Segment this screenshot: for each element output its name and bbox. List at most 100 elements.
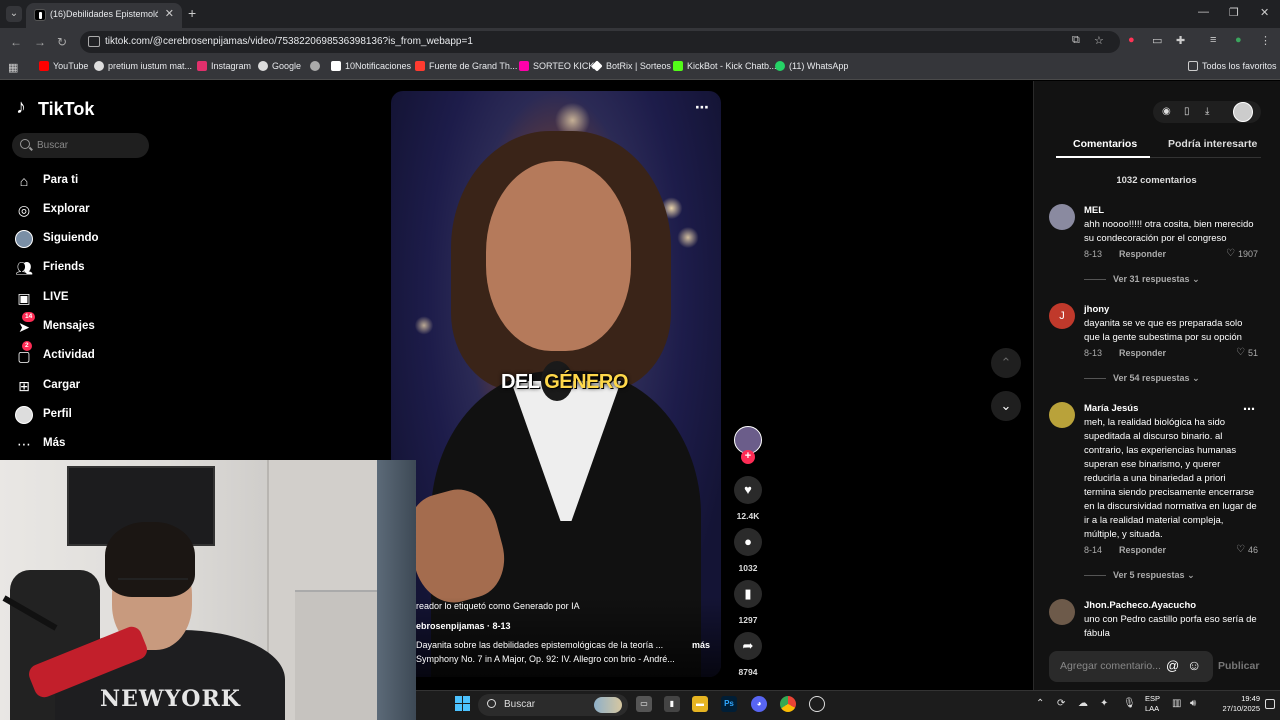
avatar[interactable] [1049,402,1075,428]
tray-app-icon[interactable]: ✦ [1100,698,1108,709]
bookmark-sorteo-kick[interactable]: SORTEO KICK [519,61,594,71]
sidebar-item-live[interactable]: ▣ LIVE [15,288,155,308]
microphone-icon[interactable]: 🎙︎ [1123,698,1136,709]
extension-icon[interactable]: ● [1128,34,1135,46]
video-author[interactable]: ebrosenpijamas · 8-13 [416,621,511,631]
tray-sync-icon[interactable]: ⟳ [1057,698,1065,709]
tab-close-icon[interactable]: ✕ [165,7,174,20]
back-icon[interactable]: ← [10,35,22,49]
view-replies-button[interactable]: Ver 31 respuestas ⌄ [1113,274,1200,285]
app-icon[interactable] [809,696,825,712]
bookmark-icon[interactable]: ▮ [734,580,762,608]
avatar[interactable] [1049,599,1075,625]
comment-input[interactable]: Agregar comentario... @ ☺ [1049,651,1213,682]
bookmark-x-notifications[interactable]: 10Notificaciones [331,61,411,71]
tab-search-icon[interactable]: ⌄ [6,6,22,22]
avatar[interactable] [1049,204,1075,230]
download-icon[interactable]: ⤓ [1205,106,1209,117]
comment-like-button[interactable]: ♡ 51 [1236,347,1258,358]
photoshop-icon[interactable]: Ps [721,696,737,712]
bookmark-whatsapp[interactable]: (11) WhatsApp [775,61,848,71]
restore-icon[interactable]: ❐ [1229,6,1239,19]
browser-tab[interactable]: (16)Debilidades Epistemológicas ✕ [26,3,182,28]
keyboard-language[interactable]: ESP LAA [1145,694,1160,714]
bookmark-kickbot[interactable]: KickBot - Kick Chatb... [673,61,777,71]
install-app-icon[interactable]: ⧉ [1072,34,1080,47]
comment-like-button[interactable]: ♡ 1907 [1226,248,1258,259]
all-bookmarks-folder[interactable]: Todos los favoritos [1188,61,1277,71]
comment-username[interactable]: María Jesús [1084,403,1138,414]
taskbar-clock[interactable]: 19:49 27/10/2025 [1208,694,1260,714]
share-arrow-icon[interactable]: ➦ [734,632,762,660]
video-player[interactable]: ⋯ DEL GÉNERO [391,91,721,677]
comment-username[interactable]: jhony [1084,304,1109,315]
extension-icon[interactable]: ▭ [1152,34,1162,47]
previous-video-chevron-up-icon[interactable]: ⌃ [991,348,1021,378]
onedrive-cloud-icon[interactable]: ☁ [1078,698,1088,709]
comment-like-button[interactable]: ♡ 46 [1236,544,1258,555]
comment-username[interactable]: MEL [1084,205,1104,216]
bookmark-star-icon[interactable]: ☆ [1094,34,1104,47]
follow-plus-icon[interactable]: + [741,450,755,464]
coin-icon[interactable]: ◉ [1162,106,1171,117]
task-view-icon[interactable]: ▭ [636,696,652,712]
emoji-icon[interactable]: ☺ [1187,657,1201,673]
site-info-icon[interactable] [88,36,100,47]
description-more-link[interactable]: más [692,640,710,650]
publish-button[interactable]: Publicar [1218,660,1259,672]
view-replies-button[interactable]: Ver 54 respuestas ⌄ [1113,373,1200,384]
apps-grid-icon[interactable]: ▦ [8,61,18,74]
app-icon[interactable]: ▮ [664,696,680,712]
mention-at-icon[interactable]: @ [1166,658,1179,673]
view-replies-button[interactable]: Ver 5 respuestas ⌄ [1113,570,1195,581]
sidebar-item-actividad[interactable]: ▢ 2 Actividad [15,341,155,366]
minimize-icon[interactable]: — [1198,6,1209,18]
sidebar-item-mas[interactable]: ⋯ Más [15,434,155,454]
comment-options-icon[interactable]: ⋯ [1243,402,1255,416]
device-icon[interactable]: ▯ [1184,106,1190,117]
next-video-chevron-down-icon[interactable]: ⌄ [991,391,1021,421]
bookmark-pretium[interactable]: pretium iustum mat... [94,61,192,71]
bookmark-botrix[interactable]: BotRix | Sorteos [591,60,671,72]
sidebar-item-cargar[interactable]: ⊞ Cargar [15,376,155,396]
sidebar-item-explorar[interactable]: ◎ Explorar [15,200,155,220]
tab-comentarios[interactable]: Comentarios [1073,138,1137,150]
tray-chevron-up-icon[interactable]: ⌃ [1036,698,1044,709]
comment-username[interactable]: Jhon.Pacheco.Ayacucho [1084,600,1196,611]
taskbar-search[interactable]: Buscar [478,694,628,716]
sidebar-item-siguiendo[interactable]: Siguiendo [15,229,155,249]
file-explorer-icon[interactable]: ▬ [692,696,708,712]
bookmark-instagram[interactable]: Instagram [197,61,251,71]
sidebar-item-friends[interactable]: 👥︎ Friends [15,258,155,278]
comment-icon[interactable]: ● [734,528,762,556]
media-icon[interactable]: ≡ [1210,34,1216,46]
search-input[interactable]: Buscar [12,133,149,158]
network-icon[interactable]: ▥ [1172,698,1181,709]
new-tab-icon[interactable]: + [188,5,196,21]
bookmark-globe[interactable] [310,61,320,71]
notification-center-icon[interactable] [1265,699,1275,709]
chrome-menu-icon[interactable]: ⋮ [1260,34,1271,47]
sidebar-item-perfil[interactable]: Perfil [15,405,155,425]
volume-icon[interactable]: 🔊︎ [1190,698,1196,709]
video-options-icon[interactable]: ⋯ [695,99,709,116]
reload-icon[interactable]: ↻ [57,35,67,49]
profile-avatar-icon[interactable]: ● [1235,34,1242,46]
chrome-icon[interactable] [780,696,796,712]
reply-button[interactable]: Responder [1119,249,1166,259]
tiktok-logo[interactable]: TikTok [16,96,94,120]
video-music[interactable]: Symphony No. 7 in A Major, Op. 92: IV. A… [416,654,675,664]
like-heart-icon[interactable]: ♥ [734,476,762,504]
reply-button[interactable]: Responder [1119,348,1166,358]
user-profile-avatar[interactable] [1233,102,1253,122]
bookmark-youtube[interactable]: YouTube [39,61,88,71]
windows-start-icon[interactable] [455,696,471,712]
bookmark-google[interactable]: Google [258,61,301,71]
window-close-icon[interactable]: ✕ [1260,6,1269,19]
forward-icon[interactable]: → [34,35,46,49]
tab-podria-interesarte[interactable]: Podría interesarte [1168,138,1257,150]
reply-button[interactable]: Responder [1119,545,1166,555]
avatar[interactable]: J [1049,303,1075,329]
url-bar[interactable]: tiktok.com/@cerebrosenpijamas/video/7538… [80,31,1120,53]
extensions-puzzle-icon[interactable]: ✚ [1176,34,1185,47]
